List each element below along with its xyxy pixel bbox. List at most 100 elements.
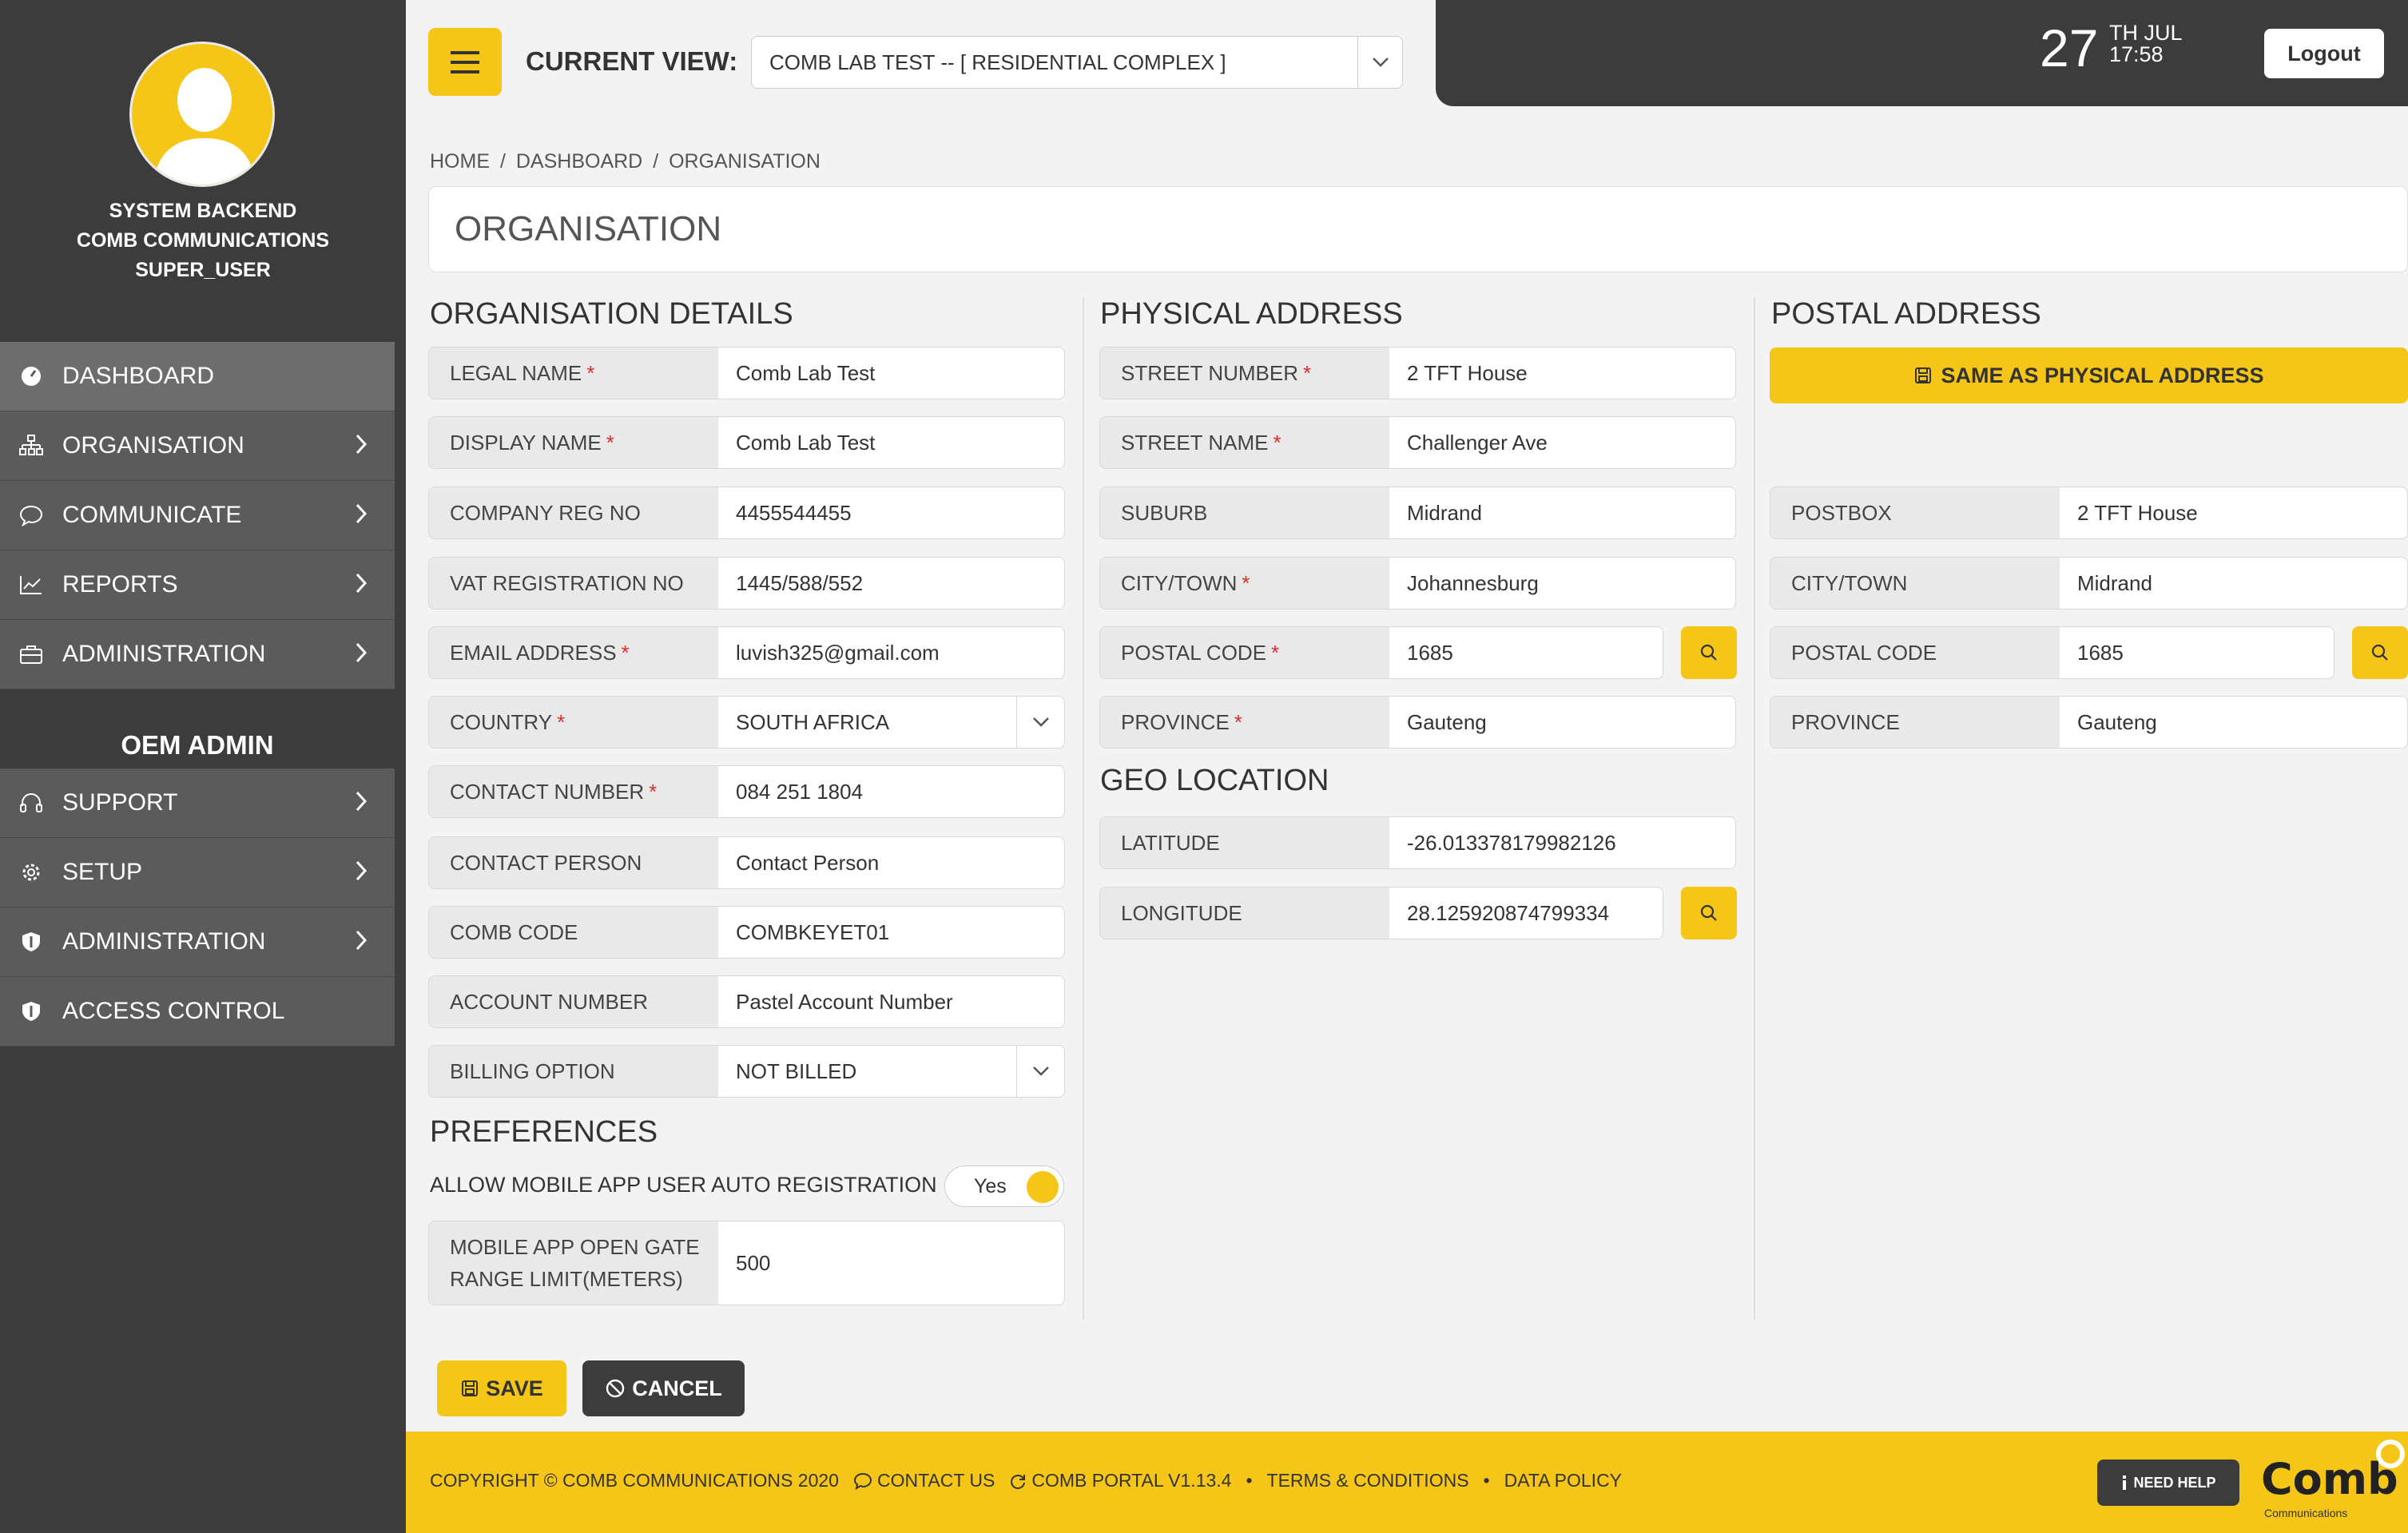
contact-number-field[interactable]: CONTACT NUMBER * 084 251 1804 bbox=[428, 765, 1065, 818]
toggle-value: Yes bbox=[974, 1174, 1007, 1197]
postal-postal-code-field[interactable]: POSTAL CODE 1685 bbox=[1770, 626, 2334, 679]
date-day: 27 bbox=[2040, 18, 2099, 77]
display-name-field[interactable]: DISPLAY NAME * Comb Lab Test bbox=[428, 416, 1065, 469]
country-field[interactable]: COUNTRY * SOUTH AFRICA bbox=[428, 696, 1065, 749]
display-name-input[interactable]: Comb Lab Test bbox=[718, 417, 1064, 468]
suburb-input[interactable]: Midrand bbox=[1389, 487, 1735, 538]
email-address-field[interactable]: EMAIL ADDRESS * luvish325@gmail.com bbox=[428, 626, 1065, 679]
breadcrumb-dashboard[interactable]: DASHBOARD bbox=[516, 150, 642, 173]
gate-range-field[interactable]: MOBILE APP OPEN GATE RANGE LIMIT(METERS)… bbox=[428, 1221, 1065, 1305]
terms-link[interactable]: TERMS & CONDITIONS bbox=[1267, 1470, 1469, 1491]
contact-person-input[interactable]: Contact Person bbox=[718, 837, 1064, 888]
field-label: COUNTRY bbox=[450, 709, 553, 734]
sidebar-item-setup[interactable]: SETUP bbox=[0, 838, 395, 907]
main-nav: DASHBOARD ORGANISATION COMMUNICATE REPOR… bbox=[0, 342, 395, 689]
field-label: SUBURB bbox=[1121, 500, 1208, 525]
field-label: MOBILE APP OPEN GATE bbox=[450, 1235, 700, 1259]
province-field[interactable]: PROVINCE * Gauteng bbox=[1099, 696, 1736, 749]
suburb-field[interactable]: SUBURB Midrand bbox=[1099, 487, 1736, 539]
organisation-icon bbox=[16, 431, 46, 461]
vat-registration-field[interactable]: VAT REGISTRATION NO 1445/588/552 bbox=[428, 557, 1065, 610]
latitude-input[interactable]: -26.013378179982126 bbox=[1389, 817, 1735, 868]
field-label: POSTBOX bbox=[1791, 500, 1892, 525]
save-button[interactable]: SAVE bbox=[437, 1360, 566, 1416]
sidebar-item-label: ADMINISTRATION bbox=[62, 641, 266, 667]
breadcrumb-separator: / bbox=[653, 150, 659, 173]
save-label: SAVE bbox=[486, 1376, 543, 1400]
physical-address-heading: PHYSICAL ADDRESS bbox=[1100, 297, 1403, 331]
latitude-field[interactable]: LATITUDE -26.013378179982126 bbox=[1099, 816, 1736, 869]
auto-registration-toggle[interactable]: Yes bbox=[944, 1166, 1064, 1207]
comb-code-input[interactable]: COMBKEYET01 bbox=[718, 907, 1064, 958]
postal-code-search-button[interactable] bbox=[2352, 626, 2408, 679]
postal-code-search-button[interactable] bbox=[1681, 626, 1737, 679]
footer-bullet: • bbox=[1483, 1470, 1490, 1491]
street-number-input[interactable]: 2 TFT House bbox=[1389, 348, 1735, 399]
contact-us-link[interactable]: CONTACT US bbox=[877, 1470, 995, 1491]
sidebar-item-dashboard[interactable]: DASHBOARD bbox=[0, 342, 395, 411]
billing-option-field[interactable]: BILLING OPTION NOT BILLED bbox=[428, 1045, 1065, 1098]
city-town-input[interactable]: Johannesburg bbox=[1389, 558, 1735, 609]
street-name-field[interactable]: STREET NAME * Challenger Ave bbox=[1099, 416, 1736, 469]
date-suffix: TH JUL bbox=[2109, 21, 2183, 45]
field-label: RANGE LIMIT(METERS) bbox=[450, 1267, 683, 1291]
account-number-input[interactable]: Pastel Account Number bbox=[718, 976, 1064, 1027]
shield-icon bbox=[16, 927, 46, 957]
sidebar-item-organisation[interactable]: ORGANISATION bbox=[0, 411, 395, 481]
need-help-button[interactable]: NEED HELP bbox=[2097, 1460, 2239, 1506]
field-label: POSTAL CODE bbox=[1121, 640, 1267, 665]
field-label: LEGAL NAME bbox=[450, 360, 582, 385]
billing-option-select[interactable]: NOT BILLED bbox=[718, 1046, 1064, 1097]
postbox-field[interactable]: POSTBOX 2 TFT House bbox=[1770, 487, 2408, 539]
postal-code-input[interactable]: 1685 bbox=[1389, 627, 1663, 678]
current-view-select[interactable]: COMB LAB TEST -- [ RESIDENTIAL COMPLEX ] bbox=[751, 36, 1403, 89]
country-select[interactable]: SOUTH AFRICA bbox=[718, 697, 1064, 748]
chevron-down-icon bbox=[1357, 37, 1402, 88]
company-reg-input[interactable]: 4455544455 bbox=[718, 487, 1064, 538]
email-address-input[interactable]: luvish325@gmail.com bbox=[718, 627, 1064, 678]
chat-icon bbox=[16, 500, 46, 530]
contact-number-input[interactable]: 084 251 1804 bbox=[718, 766, 1064, 817]
organisation-details-heading: ORGANISATION DETAILS bbox=[430, 297, 793, 331]
data-policy-link[interactable]: DATA POLICY bbox=[1504, 1470, 1622, 1491]
sidebar-item-communicate[interactable]: COMMUNICATE bbox=[0, 481, 395, 550]
longitude-field[interactable]: LONGITUDE 28.125920874799334 bbox=[1099, 887, 1663, 939]
briefcase-icon bbox=[16, 639, 46, 669]
required-marker: * bbox=[557, 709, 566, 734]
avatar[interactable] bbox=[129, 42, 275, 187]
same-as-physical-button[interactable]: SAME AS PHYSICAL ADDRESS bbox=[1770, 348, 2408, 403]
sidebar-item-oem-administration[interactable]: ADMINISTRATION bbox=[0, 907, 395, 977]
legal-name-field[interactable]: LEGAL NAME * Comb Lab Test bbox=[428, 347, 1065, 399]
field-label: CITY/TOWN bbox=[1121, 570, 1238, 595]
postal-code-field[interactable]: POSTAL CODE * 1685 bbox=[1099, 626, 1663, 679]
longitude-input[interactable]: 28.125920874799334 bbox=[1389, 888, 1663, 939]
sidebar-item-access-control[interactable]: ACCESS CONTROL bbox=[0, 977, 395, 1046]
logout-button[interactable]: Logout bbox=[2264, 29, 2384, 78]
sidebar-item-reports[interactable]: REPORTS bbox=[0, 550, 395, 620]
postbox-input[interactable]: 2 TFT House bbox=[2060, 487, 2407, 538]
postal-postal-code-input[interactable]: 1685 bbox=[2060, 627, 2334, 678]
company-reg-field[interactable]: COMPANY REG NO 4455544455 bbox=[428, 487, 1065, 539]
comb-code-field[interactable]: COMB CODE COMBKEYET01 bbox=[428, 906, 1065, 959]
province-input[interactable]: Gauteng bbox=[1389, 697, 1735, 748]
sidebar-item-support[interactable]: SUPPORT bbox=[0, 768, 395, 838]
city-town-field[interactable]: CITY/TOWN * Johannesburg bbox=[1099, 557, 1736, 610]
gate-range-input[interactable]: 500 bbox=[718, 1221, 1064, 1305]
postal-city-field[interactable]: CITY/TOWN Midrand bbox=[1770, 557, 2408, 610]
postal-province-input[interactable]: Gauteng bbox=[2060, 697, 2407, 748]
geo-search-button[interactable] bbox=[1681, 887, 1737, 939]
postal-city-input[interactable]: Midrand bbox=[2060, 558, 2407, 609]
postal-province-field[interactable]: PROVINCE Gauteng bbox=[1770, 696, 2408, 749]
account-number-field[interactable]: ACCOUNT NUMBER Pastel Account Number bbox=[428, 975, 1065, 1028]
menu-toggle-button[interactable] bbox=[428, 28, 502, 96]
field-label: CONTACT PERSON bbox=[450, 850, 642, 875]
street-number-field[interactable]: STREET NUMBER * 2 TFT House bbox=[1099, 347, 1736, 399]
breadcrumb-home[interactable]: HOME bbox=[430, 150, 490, 173]
vat-registration-input[interactable]: 1445/588/552 bbox=[718, 558, 1064, 609]
field-label: LONGITUDE bbox=[1121, 900, 1242, 925]
contact-person-field[interactable]: CONTACT PERSON Contact Person bbox=[428, 836, 1065, 889]
cancel-button[interactable]: CANCEL bbox=[582, 1360, 745, 1416]
sidebar-item-administration[interactable]: ADMINISTRATION bbox=[0, 620, 395, 689]
street-name-input[interactable]: Challenger Ave bbox=[1389, 417, 1735, 468]
legal-name-input[interactable]: Comb Lab Test bbox=[718, 348, 1064, 399]
